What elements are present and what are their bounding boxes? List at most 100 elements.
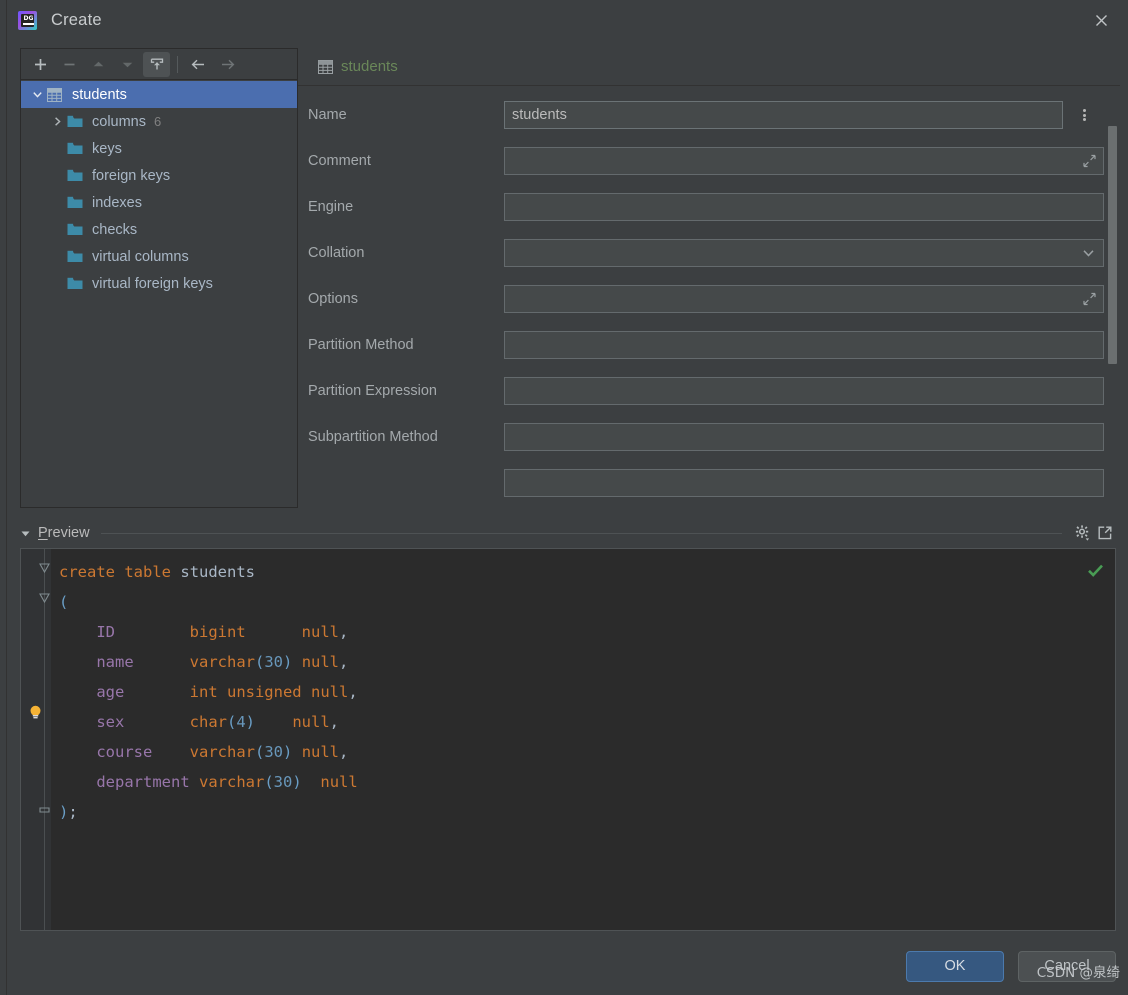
checkmark-icon [1086,561,1105,585]
sql-token: null [320,773,358,791]
field-label: Partition Method [308,337,414,353]
restore-button[interactable] [143,51,170,77]
chevron-down-icon[interactable] [27,86,47,104]
remove-button[interactable] [56,52,83,77]
clipped-input[interactable] [504,469,1104,497]
form-scrollbar-thumb[interactable] [1108,126,1117,364]
editor-gutter[interactable] [21,549,51,930]
form-row-partition-method: Partition Method [298,322,1120,368]
tree-item-label: checks [92,221,138,238]
table-icon [318,59,333,74]
field-label: Subpartition Method [308,429,438,445]
tree-item-virtual-foreign-keys[interactable]: virtual foreign keys [21,270,297,297]
form-row-name: Name students [298,92,1120,138]
sql-line: department varchar(30) null [59,767,1115,797]
sql-token: students [180,563,256,581]
sql-token: ( [59,593,69,611]
open-external-icon[interactable] [1094,522,1116,544]
tree-item-foreign-keys[interactable]: foreign keys [21,162,297,189]
sql-token: sex [96,713,190,731]
form-scrollbar[interactable] [1107,88,1117,506]
object-tree-panel: students columns 6 keys foreign keys indexes c… [20,48,298,508]
sql-line: age int unsigned null, [59,677,1115,707]
expand-diagonal-icon[interactable] [1082,154,1097,169]
back-button[interactable] [185,52,212,77]
form-header: students [298,48,1120,86]
fold-end-marker-icon[interactable] [39,803,50,814]
sql-code-text[interactable]: create table students ( ID bigint null, n… [51,549,1115,930]
sql-token: null [301,653,340,671]
fold-marker-icon[interactable] [39,593,50,604]
sql-token: , [339,743,349,761]
tree-arrow-placeholder [47,221,67,239]
preview-divider [100,532,1062,534]
preview-collapse-toggle[interactable]: Preview [20,525,90,541]
tree-item-virtual-columns[interactable]: virtual columns [21,243,297,270]
chevron-right-icon[interactable] [47,113,67,131]
gear-dropdown-icon[interactable] [1072,522,1094,544]
window-title: Create [51,10,102,29]
ok-button[interactable]: OK [906,950,1004,982]
fold-marker-icon[interactable] [39,563,50,574]
more-vertical-icon[interactable] [1069,101,1099,129]
folder-icon [67,141,87,157]
partition-expression-input[interactable] [504,377,1104,405]
form-field-rows: Name students Comment Engine Collation Option… [298,86,1120,506]
sql-line: course varchar(30) null, [59,737,1115,767]
add-button[interactable] [27,52,54,77]
name-input[interactable]: students [504,101,1063,129]
close-icon[interactable] [1084,6,1118,34]
subpartition-method-input[interactable] [504,423,1104,451]
expand-diagonal-icon[interactable] [1082,292,1097,307]
sql-token: table [124,563,172,581]
sql-token: ( [254,653,265,671]
move-down-button[interactable] [114,52,141,77]
field-label: Collation [308,245,365,261]
sql-preview-editor[interactable]: create table students ( ID bigint null, n… [20,548,1116,931]
tree-item-label: keys [92,140,122,157]
engine-input[interactable] [504,193,1104,221]
tree-item-label: virtual columns [92,248,189,265]
preview-title-mnemonic: P [38,525,48,541]
tree-item-columns[interactable]: columns 6 [21,108,297,135]
chevron-down-icon[interactable] [1080,245,1097,262]
sql-token: int unsigned [189,683,302,701]
field-label: Engine [308,199,354,215]
comment-input[interactable] [504,147,1104,175]
tree-item-label: columns [92,113,146,130]
sql-token: , [338,623,349,641]
sql-token: varchar [189,743,255,761]
collation-input[interactable] [504,239,1104,267]
lightbulb-icon[interactable] [27,704,44,721]
forward-button[interactable] [214,52,241,77]
dialog-body: students columns 6 keys foreign keys indexes c… [8,40,1128,995]
field-label: Comment [308,153,371,169]
sql-token: null [301,743,340,761]
object-tree-list[interactable]: students columns 6 keys foreign keys indexes c… [21,80,297,507]
folder-icon [67,168,87,184]
tree-item-students[interactable]: students [21,81,297,108]
partition-method-input[interactable] [504,331,1104,359]
sql-token: ( [226,713,237,731]
sql-line: ( [59,587,1115,617]
options-input[interactable] [504,285,1104,313]
tree-item-keys[interactable]: keys [21,135,297,162]
sql-token: char [189,713,227,731]
folder-icon [67,114,87,130]
sql-token: null [292,713,330,731]
cancel-button[interactable]: Cancel [1018,950,1116,982]
tree-item-indexes[interactable]: indexes [21,189,297,216]
move-up-button[interactable] [85,52,112,77]
datagrip-logo-icon: DG [18,10,37,30]
tree-arrow-placeholder [47,167,67,185]
folder-icon [67,249,87,265]
gutter-divider [44,549,45,930]
preview-section: Preview create table students (ID bigin… [8,516,1128,937]
tree-item-checks[interactable]: checks [21,216,297,243]
tree-arrow-placeholder [47,194,67,212]
